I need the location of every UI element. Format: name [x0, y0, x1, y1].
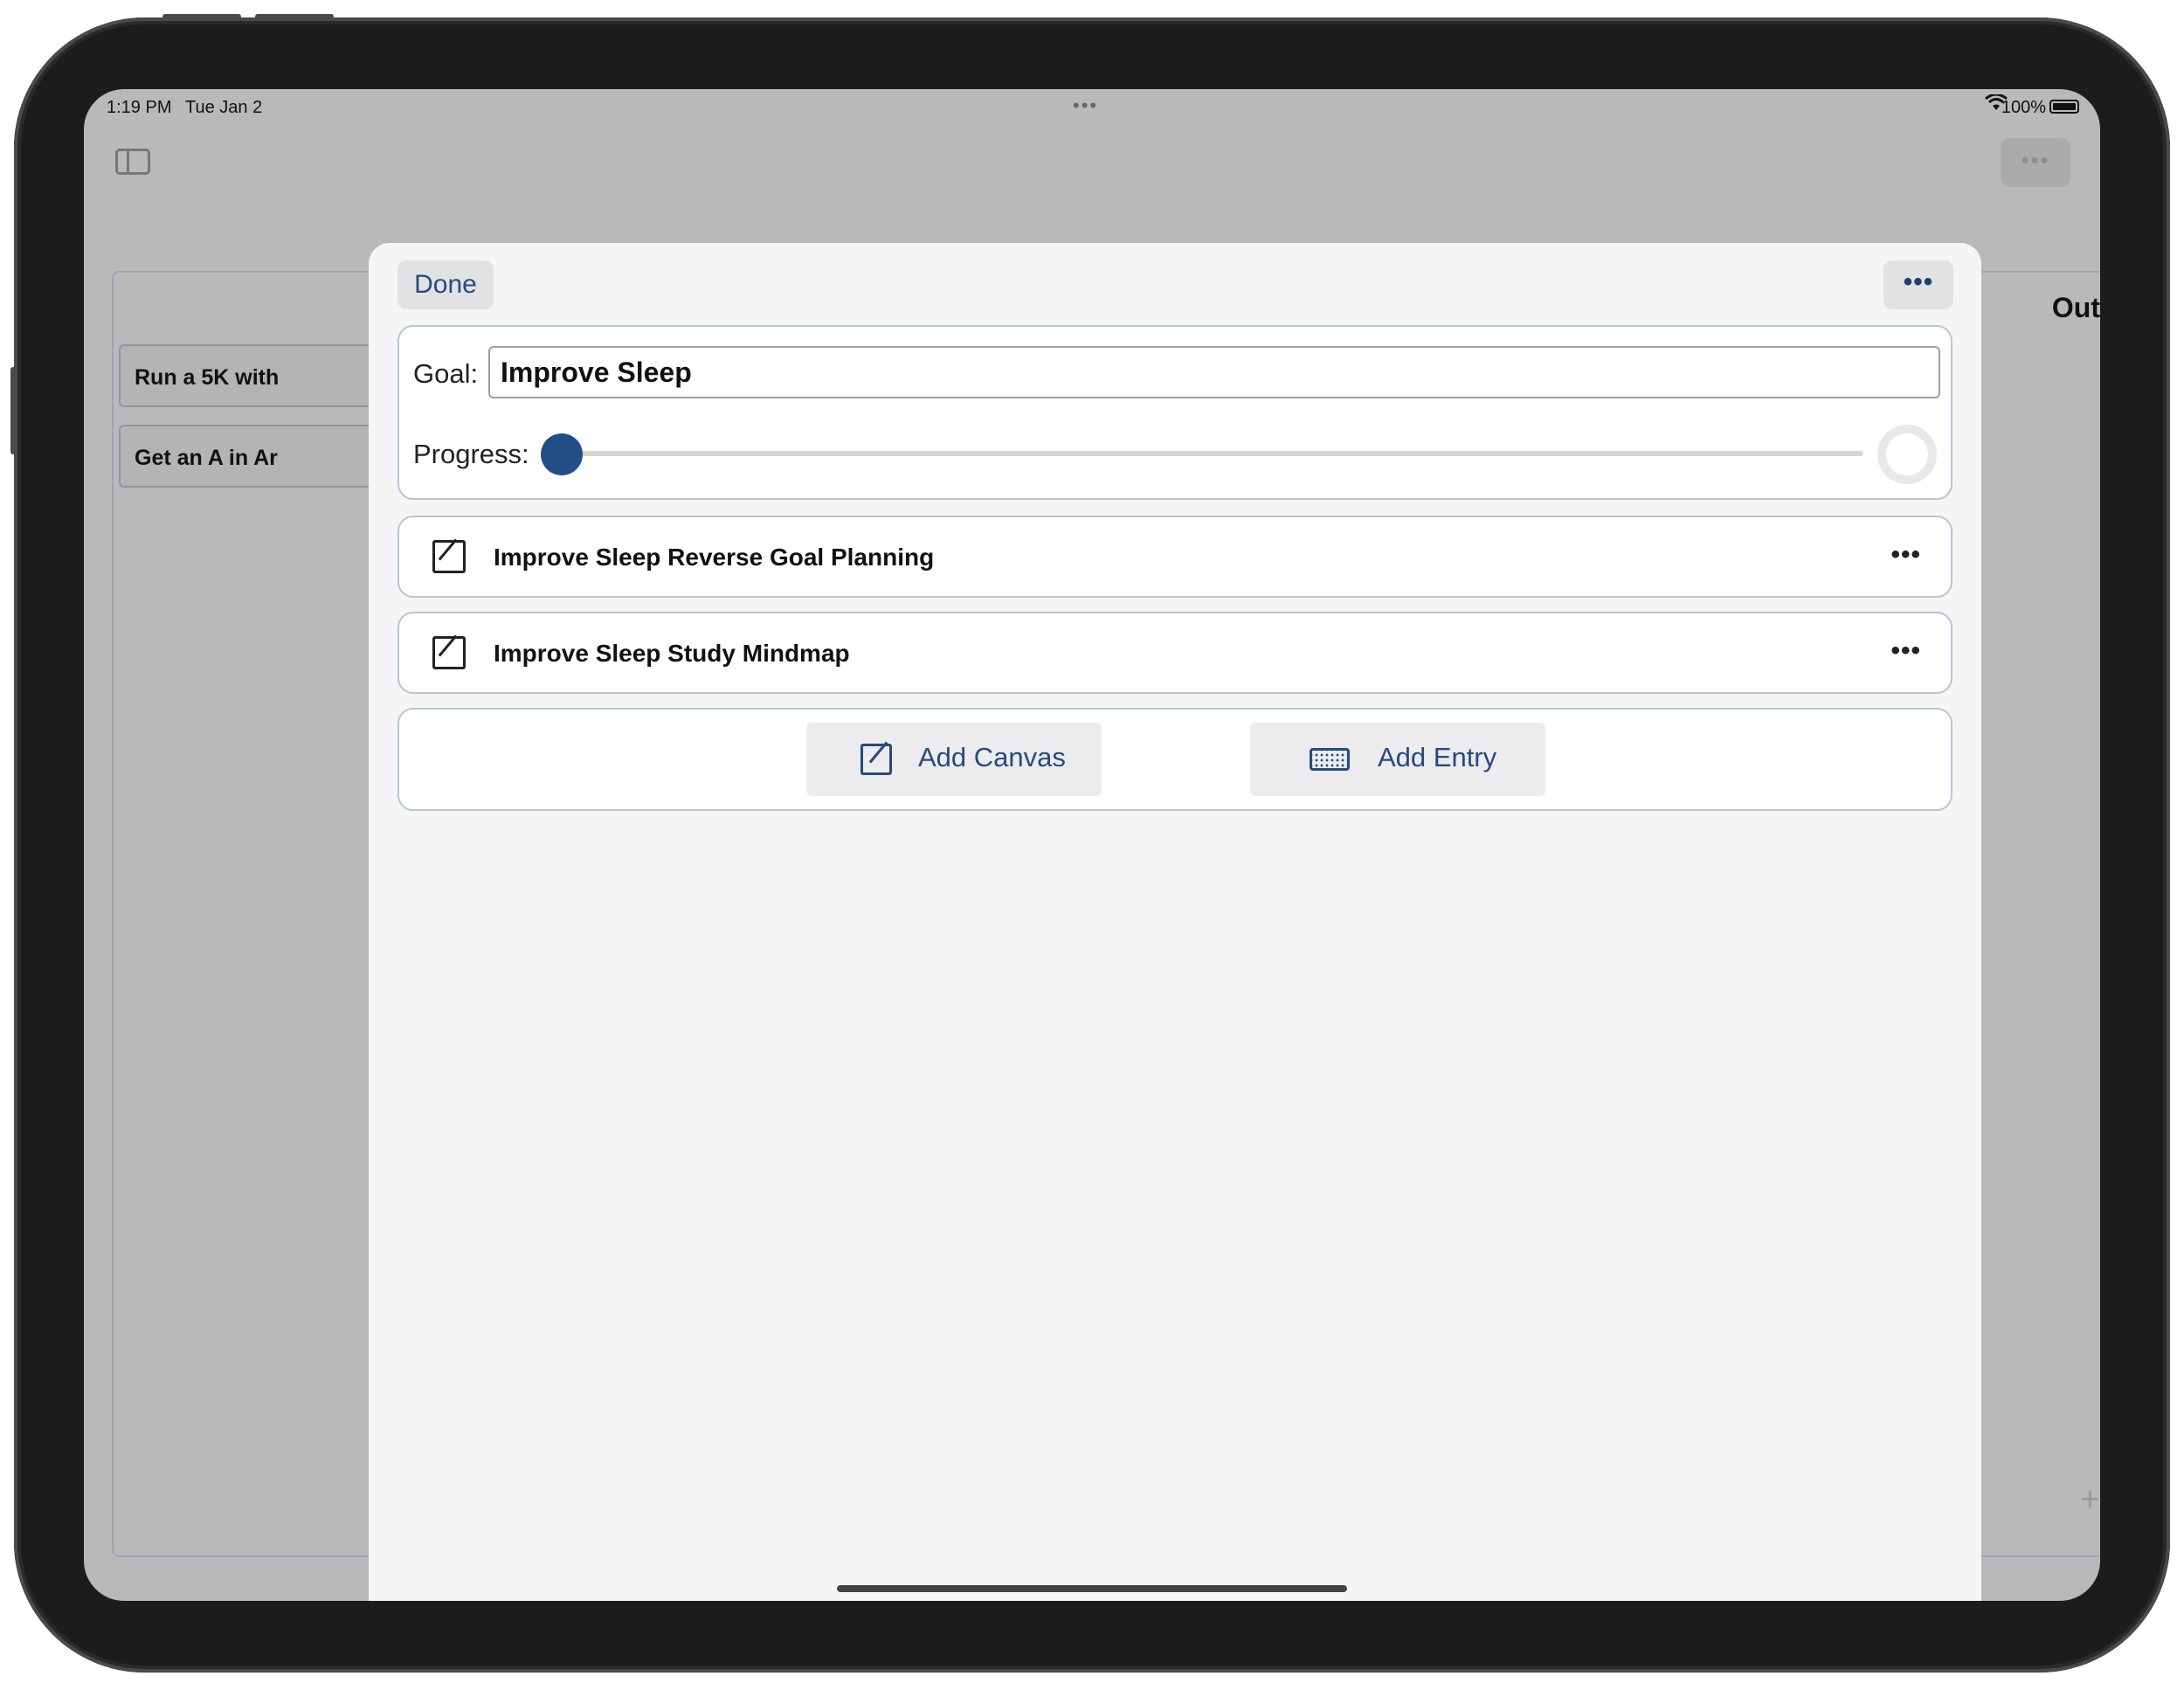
actions-panel: Add Canvas Add Entry	[397, 708, 1952, 811]
add-canvas-button[interactable]: Add Canvas	[806, 723, 1102, 796]
add-canvas-label: Add Canvas	[918, 742, 1066, 772]
entry-more-button[interactable]: •••	[1890, 540, 1921, 570]
battery-icon	[2049, 100, 2079, 114]
column-heading: Out	[2051, 292, 2100, 323]
progress-slider[interactable]	[556, 451, 1863, 456]
add-entry-label: Add Entry	[1378, 742, 1497, 772]
side-button	[10, 367, 16, 454]
volume-button	[255, 14, 334, 19]
status-date: Tue Jan 2	[185, 98, 263, 117]
add-canvas-icon	[860, 744, 892, 775]
status-time: 1:19 PM	[107, 98, 172, 117]
entry-title: Improve Sleep Study Mindmap	[494, 640, 850, 667]
battery-percent: 100%	[2001, 98, 2046, 117]
add-entry-button[interactable]: Add Entry	[1250, 723, 1545, 796]
progress-slider-thumb[interactable]	[541, 433, 583, 475]
entry-row[interactable]: Improve Sleep Study Mindmap •••	[397, 612, 1952, 694]
multitasking-dots-icon[interactable]: •••	[1073, 94, 1098, 117]
toolbar-more-button[interactable]: •••	[2001, 138, 2070, 187]
add-icon[interactable]: +	[2080, 1480, 2100, 1520]
progress-ring-icon	[1877, 425, 1937, 484]
status-bar: 1:19 PM Tue Jan 2 ••• 100%	[84, 89, 2100, 128]
goal-label: Goal:	[413, 358, 479, 389]
home-indicator[interactable]	[837, 1585, 1347, 1592]
more-options-button[interactable]: •••	[1883, 260, 1953, 309]
entry-row[interactable]: Improve Sleep Reverse Goal Planning •••	[397, 516, 1952, 598]
page-title	[1027, 140, 1167, 163]
done-button[interactable]: Done	[397, 260, 494, 309]
sidebar-toggle-icon[interactable]	[115, 149, 150, 175]
goal-name-field[interactable]: Improve Sleep	[488, 346, 1940, 398]
goal-detail-sheet: Done ••• Goal: Improve Sleep Progress: I…	[369, 243, 1981, 1601]
volume-button	[162, 14, 241, 19]
goal-card-panel: Goal: Improve Sleep Progress:	[397, 325, 1952, 500]
keyboard-icon	[1310, 748, 1350, 771]
entry-title: Improve Sleep Reverse Goal Planning	[494, 544, 935, 571]
edit-canvas-icon	[432, 636, 466, 669]
edit-canvas-icon	[432, 540, 466, 573]
entry-more-button[interactable]: •••	[1890, 636, 1921, 666]
progress-label: Progress:	[413, 439, 529, 469]
screen: 1:19 PM Tue Jan 2 ••• 100% ••• Run a 5K …	[84, 89, 2100, 1601]
